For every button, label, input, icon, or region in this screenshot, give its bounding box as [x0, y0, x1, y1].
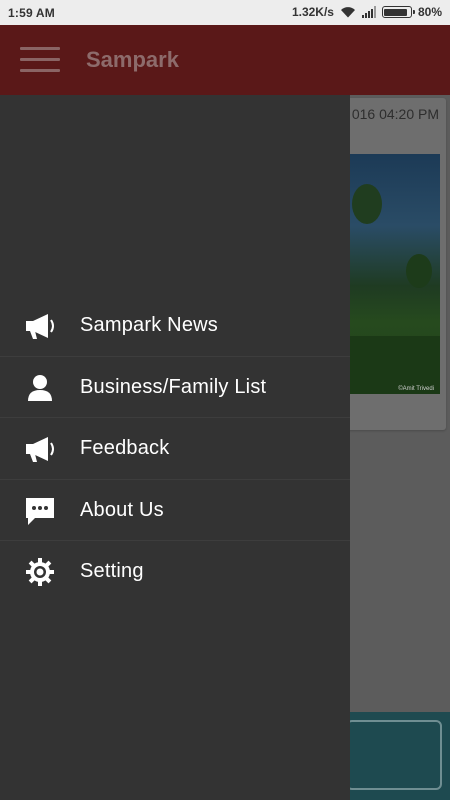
menu-item-business-family-list[interactable]: Business/Family List: [0, 357, 350, 418]
hamburger-icon[interactable]: [20, 47, 60, 75]
menu-label: Business/Family List: [80, 375, 267, 398]
navigation-drawer: Sampark News Business/Family List Feedba…: [0, 95, 350, 800]
menu-item-feedback[interactable]: Feedback: [0, 418, 350, 480]
menu-item-sampark-news[interactable]: Sampark News: [0, 295, 350, 357]
news-date: 016 04:20 PM: [351, 106, 439, 122]
app-bar: Sampark: [0, 25, 450, 95]
menu-label: Feedback: [80, 437, 170, 459]
status-bar: 1:59 AM 1.32K/s 80%: [0, 0, 450, 25]
status-time: 1:59 AM: [8, 6, 55, 20]
drawer-menu: Sampark News Business/Family List Feedba…: [0, 295, 350, 603]
megaphone-icon: [22, 309, 58, 343]
menu-item-about-us[interactable]: About Us: [0, 480, 350, 541]
network-speed: 1.32K/s: [291, 5, 334, 19]
menu-label: Setting: [80, 560, 144, 582]
battery-icon: [381, 6, 415, 18]
wifi-icon: [340, 7, 355, 18]
menu-label: About Us: [80, 498, 164, 521]
chat-bubble-icon: [22, 494, 58, 528]
bottom-button[interactable]: [346, 720, 442, 790]
signal-icon: [361, 6, 376, 18]
person-icon: [22, 371, 58, 405]
menu-label: Sampark News: [80, 314, 218, 336]
status-right: 1.32K/s 80%: [292, 5, 442, 19]
app-title: Sampark: [86, 47, 179, 72]
menu-item-setting[interactable]: Setting: [0, 541, 350, 603]
photo-credit: ©Amit Trivedi: [398, 386, 434, 392]
gear-icon: [22, 555, 58, 589]
megaphone-icon: [22, 432, 58, 466]
battery-percent: 80%: [417, 5, 442, 19]
